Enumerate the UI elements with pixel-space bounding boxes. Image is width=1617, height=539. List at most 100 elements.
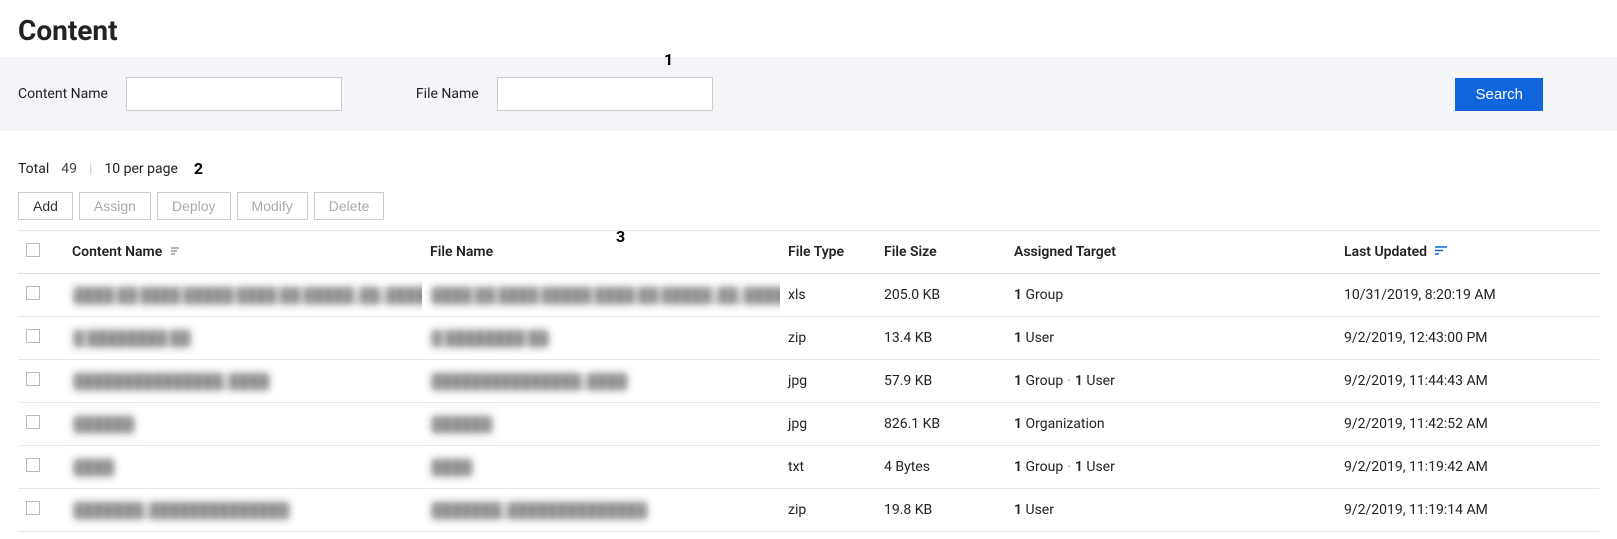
deploy-button[interactable]: Deploy: [157, 192, 231, 220]
content-name-text: █ ████████ ██: [72, 330, 192, 347]
target-label: Group: [1025, 373, 1063, 389]
cell-file-name: █ ████████ ██: [422, 317, 780, 360]
separator: |: [89, 161, 92, 177]
cell-file-type: zip: [780, 489, 876, 532]
cell-file-type: jpg: [780, 403, 876, 446]
table-row: ████████████jpg826.1 KB1 Organization9/2…: [18, 403, 1599, 446]
table-row: ███████████████_████ ███████████████_████…: [18, 360, 1599, 403]
file-name-text: █ ████████ ██: [430, 330, 550, 347]
target-label: Group: [1025, 459, 1063, 475]
row-checkbox-cell: [18, 446, 64, 489]
target-label: Group: [1025, 287, 1063, 303]
cell-content-name[interactable]: ███████████████_████: [64, 360, 422, 403]
delete-button[interactable]: Delete: [314, 192, 384, 220]
content-name-input[interactable]: [126, 77, 342, 111]
file-name-text: ██████: [430, 416, 494, 433]
page-title: Content: [0, 0, 1617, 57]
cell-last-updated: 9/2/2019, 12:43:00 PM: [1336, 317, 1599, 360]
target-count: 1: [1075, 373, 1083, 389]
cell-last-updated: 9/2/2019, 11:42:52 AM: [1336, 403, 1599, 446]
annotation-1: 1: [664, 50, 673, 69]
content-name-text: ████ ██ ████ █████ ████-██-█████_██_████…: [72, 287, 422, 304]
target-count: 1: [1014, 459, 1022, 475]
cell-file-type: jpg: [780, 360, 876, 403]
cell-file-size: 13.4 KB: [876, 317, 1006, 360]
cell-assigned-target: 1 Group·1 User: [1006, 360, 1336, 403]
table-row: ███████_██████████████ ███████_██████████…: [18, 489, 1599, 532]
file-name-label: File Name: [416, 86, 479, 102]
modify-button[interactable]: Modify: [237, 192, 308, 220]
cell-file-type: txt: [780, 446, 876, 489]
header-checkbox-cell: [18, 231, 64, 274]
cell-content-name[interactable]: ████ ██ ████ █████ ████-██-█████_██_████…: [64, 274, 422, 317]
action-row: Add Assign Deploy Modify Delete: [0, 192, 1617, 220]
cell-file-type: zip: [780, 317, 876, 360]
cell-content-name[interactable]: ███████_██████████████: [64, 489, 422, 532]
cell-content-name[interactable]: █ ████████ ██: [64, 317, 422, 360]
cell-last-updated: 9/2/2019, 11:19:42 AM: [1336, 446, 1599, 489]
target-label: User: [1025, 330, 1053, 346]
assign-button[interactable]: Assign: [79, 192, 151, 220]
meta-row: Total 49 | 10 per page 2: [0, 159, 1617, 178]
cell-file-name: ███████████████_████: [422, 360, 780, 403]
cell-content-name[interactable]: ████: [64, 446, 422, 489]
header-content-name-label: Content Name: [72, 244, 162, 260]
target-separator: ·: [1063, 373, 1075, 389]
target-count: 1: [1014, 416, 1022, 432]
add-button[interactable]: Add: [18, 192, 73, 220]
search-button[interactable]: Search: [1455, 78, 1543, 111]
header-file-size-label: File Size: [884, 244, 937, 260]
row-checkbox-cell: [18, 403, 64, 446]
cell-assigned-target: 1 User: [1006, 489, 1336, 532]
target-label: User: [1086, 459, 1114, 475]
target-count: 1: [1075, 459, 1083, 475]
header-file-type-label: File Type: [788, 244, 844, 260]
file-name-text: ████ ██ ████ █████ ████-██-█████_██_████…: [430, 287, 780, 304]
cell-assigned-target: 1 Organization: [1006, 403, 1336, 446]
filter-file-name: File Name: [416, 77, 713, 111]
target-count: 1: [1014, 330, 1022, 346]
row-checkbox[interactable]: [26, 372, 40, 386]
file-name-text: ███████_██████████████: [430, 502, 649, 519]
cell-file-name: ███████_██████████████: [422, 489, 780, 532]
target-label: Organization: [1025, 416, 1104, 432]
cell-file-size: 57.9 KB: [876, 360, 1006, 403]
sort-icon: [170, 247, 180, 257]
header-assigned-target-label: Assigned Target: [1014, 244, 1116, 260]
cell-file-size: 4 Bytes: [876, 446, 1006, 489]
header-file-name-label: File Name: [430, 244, 493, 260]
row-checkbox-cell: [18, 274, 64, 317]
header-file-type[interactable]: File Type: [780, 231, 876, 274]
row-checkbox[interactable]: [26, 415, 40, 429]
header-assigned-target[interactable]: Assigned Target: [1006, 231, 1336, 274]
table-row: ████ ██ ████ █████ ████-██-█████_██_████…: [18, 274, 1599, 317]
row-checkbox[interactable]: [26, 286, 40, 300]
file-name-text: ███████████████_████: [430, 373, 629, 390]
row-checkbox[interactable]: [26, 458, 40, 472]
target-count: 1: [1014, 287, 1022, 303]
content-name-text: ████: [72, 459, 116, 476]
header-content-name[interactable]: Content Name: [64, 231, 422, 274]
cell-assigned-target: 1 Group: [1006, 274, 1336, 317]
cell-last-updated: 9/2/2019, 11:44:43 AM: [1336, 360, 1599, 403]
cell-file-size: 19.8 KB: [876, 489, 1006, 532]
filter-content-name: Content Name: [18, 77, 342, 111]
cell-file-type: xls: [780, 274, 876, 317]
row-checkbox[interactable]: [26, 329, 40, 343]
table-row: ████████txt4 Bytes1 Group·1 User9/2/2019…: [18, 446, 1599, 489]
header-file-size[interactable]: File Size: [876, 231, 1006, 274]
total-value: 49: [61, 161, 77, 177]
content-name-text: ███████_██████████████: [72, 502, 291, 519]
file-name-input[interactable]: [497, 77, 713, 111]
row-checkbox[interactable]: [26, 501, 40, 515]
header-last-updated[interactable]: Last Updated: [1336, 231, 1599, 274]
header-file-name[interactable]: File Name: [422, 231, 780, 274]
cell-content-name[interactable]: ██████: [64, 403, 422, 446]
select-all-checkbox[interactable]: [26, 243, 40, 257]
per-page-label[interactable]: 10 per page: [104, 161, 177, 177]
cell-file-size: 205.0 KB: [876, 274, 1006, 317]
content-name-label: Content Name: [18, 86, 108, 102]
header-last-updated-label: Last Updated: [1344, 244, 1427, 260]
content-name-text: ███████████████_████: [72, 373, 271, 390]
sort-desc-icon: [1435, 244, 1447, 260]
